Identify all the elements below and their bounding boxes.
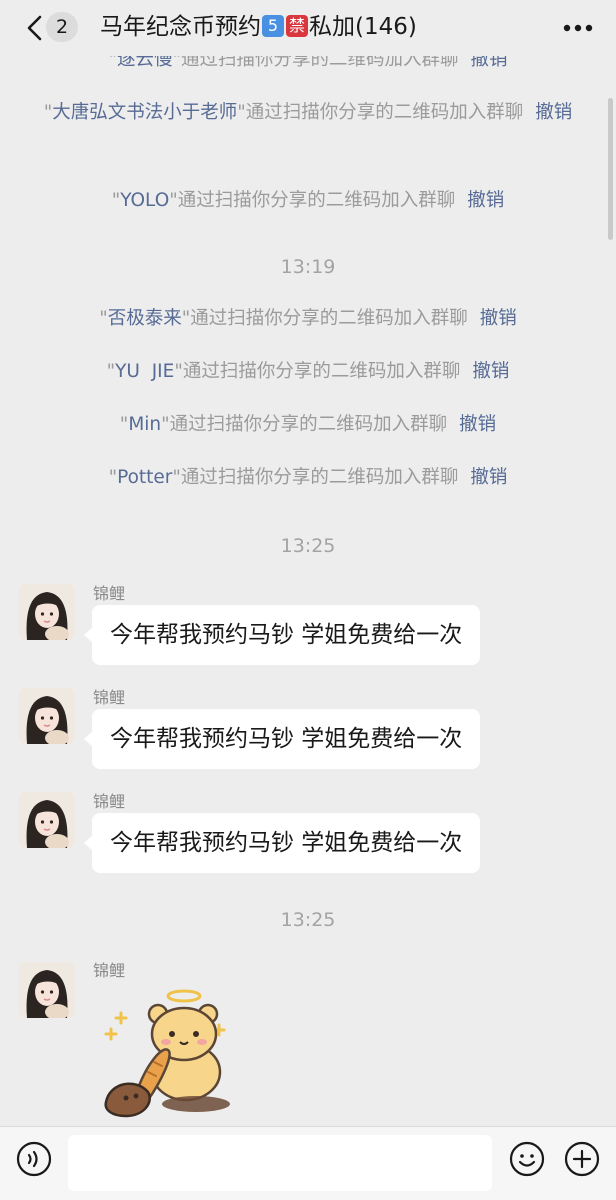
avatar[interactable] [19,962,75,1018]
avatar-girl-icon [19,792,75,848]
system-message: "否极泰来"通过扫描你分享的二维码加入群聊 撤销 [99,308,517,329]
timestamp: 13:25 [280,535,336,557]
plus-icon[interactable] [564,1141,600,1177]
unread-count-badge[interactable]: 2 [46,12,78,42]
sender-name: 锦鲤 [93,584,126,603]
member-name[interactable]: YOLO [120,190,169,211]
chat-title: 马年纪念币预约 5 禁私加(146) [100,10,520,44]
timestamp: 13:19 [280,256,336,278]
bear-angel-bread-sticker[interactable] [96,984,246,1124]
avatar-girl-icon [19,584,75,640]
ban-badge: 禁 [286,15,308,37]
system-message: "Min"通过扫描你分享的二维码加入群聊 撤销 [119,414,497,435]
system-text: 通过扫描你分享的二维码加入群聊 [180,467,459,488]
scrollbar[interactable] [608,98,613,240]
system-message: "大唐弘文书法小于老师"通过扫描你分享的二维码加入群聊 撤销 [43,102,573,123]
message-input[interactable] [68,1135,492,1191]
revoke-link[interactable]: 撤销 [535,102,572,123]
system-text: 通过扫描你分享的二维码加入群聊 [177,190,456,211]
emoji-icon[interactable] [509,1141,545,1177]
system-text: 通过扫描你分享的二维码加入群聊 [182,361,461,382]
revoke-link[interactable]: 撤销 [480,308,517,329]
chat-header: 2 马年纪念币预约 5 禁私加(146) [0,0,616,56]
system-message: "YOLO"通过扫描你分享的二维码加入群聊 撤销 [111,190,505,211]
system-message: "Potter"通过扫描你分享的二维码加入群聊 撤销 [108,467,508,488]
system-text: 通过扫描你分享的二维码加入群聊 [245,102,524,123]
sender-name: 锦鲤 [93,792,126,811]
member-name[interactable]: Potter [117,467,172,488]
revoke-link[interactable]: 撤销 [470,467,507,488]
system-text: 通过扫描你分享的二维码加入群聊 [190,308,468,329]
member-name[interactable]: 大唐弘文书法小于老师 [52,102,237,123]
sender-name: 锦鲤 [93,688,126,707]
avatar[interactable] [19,688,75,744]
system-text: 通过扫描你分享的二维码加入群聊 [169,414,448,435]
sender-name: 锦鲤 [93,961,126,980]
title-text: 马年纪念币预约 [100,14,261,40]
message-bubble[interactable]: 今年帮我预约马钞 学姐免费给一次 [83,605,481,665]
member-name[interactable]: 否极泰来 [108,308,182,329]
revoke-link[interactable]: 撤销 [459,414,496,435]
more-dots-icon[interactable] [558,14,598,42]
avatar-girl-icon [19,688,75,744]
number-badge: 5 [262,15,284,37]
chat-input-bar [0,1126,616,1200]
avatar[interactable] [19,584,75,640]
message-bubble[interactable]: 今年帮我预约马钞 学姐免费给一次 [83,709,481,769]
title-member-count: 私加(146) [309,14,417,40]
revoke-link[interactable]: 撤销 [467,190,504,211]
revoke-link[interactable]: 撤销 [472,361,509,382]
voice-icon[interactable] [16,1141,52,1177]
timestamp: 13:25 [280,909,336,931]
member-name[interactable]: Min [128,414,161,435]
avatar[interactable] [19,792,75,848]
message-bubble[interactable]: 今年帮我预约马钞 学姐免费给一次 [83,813,481,873]
avatar-girl-icon [19,962,75,1018]
member-name[interactable]: YU JIE [115,361,174,382]
system-message: "YU JIE"通过扫描你分享的二维码加入群聊 撤销 [106,361,510,382]
